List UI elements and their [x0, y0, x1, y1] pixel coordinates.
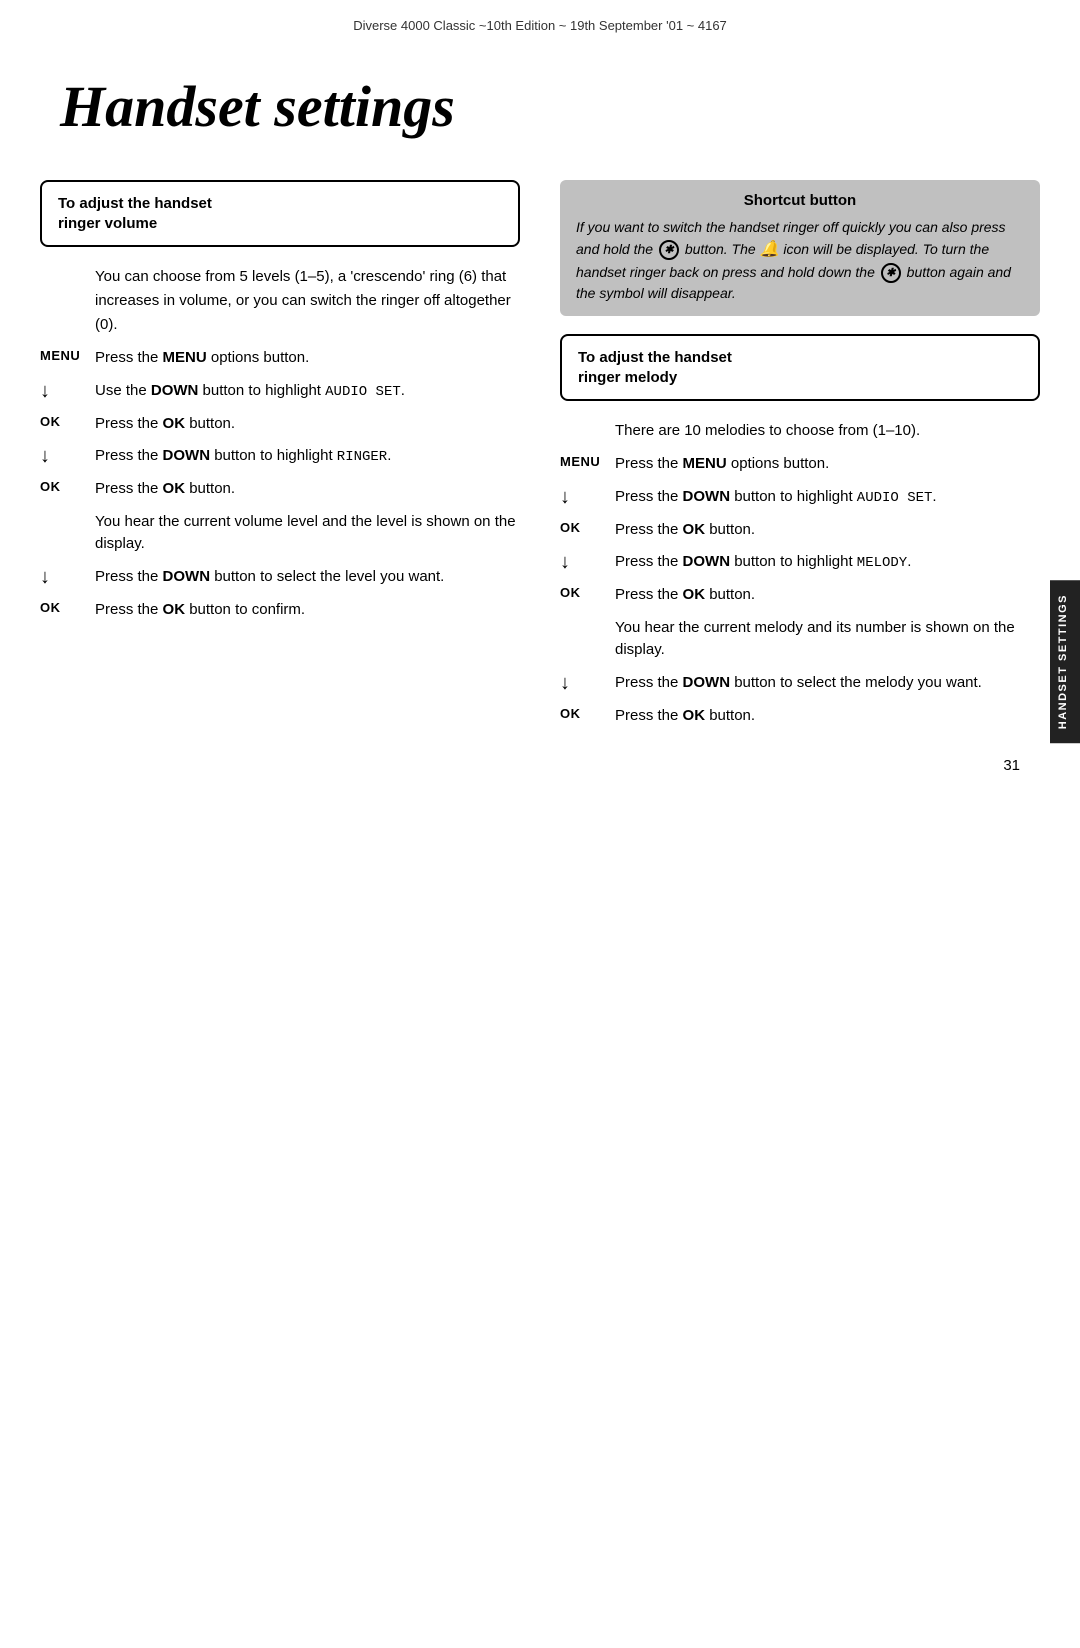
ringer-volume-box: To adjust the handset ringer volume [40, 180, 520, 247]
step-label-ok-r2: OK [560, 584, 615, 600]
step-text-menu: Press the MENU options button. [95, 347, 520, 370]
page-title: Handset settings [0, 43, 1080, 180]
step-down-melody: ↓ Press the DOWN button to highlight MEL… [560, 551, 1040, 574]
step-menu: MENU Press the MENU options button. [40, 347, 520, 370]
step-label-ok-r3: OK [560, 705, 615, 721]
step-text-down-select: Press the DOWN button to select the leve… [95, 566, 520, 589]
ringer-volume-steps: MENU Press the MENU options button. ↓ Us… [40, 347, 520, 501]
step-ok-r2: OK Press the OK button. [560, 584, 1040, 607]
step-label-ok-r1: OK [560, 519, 615, 535]
shortcut-box-title: Shortcut button [576, 192, 1024, 209]
step-text-ok-r2: Press the OK button. [615, 584, 1040, 607]
step-ok-r1: OK Press the OK button. [560, 519, 1040, 542]
ringer-melody-box: To adjust the handset ringer melody [560, 334, 1040, 401]
page-header: Diverse 4000 Classic ~10th Edition ~ 19t… [0, 0, 1080, 43]
ringer-melody-steps2: ↓ Press the DOWN button to select the me… [560, 672, 1040, 728]
step-label-menu-r: MENU [560, 453, 615, 469]
bell-icon: 🔔 [760, 238, 780, 262]
step-label-arrow2: ↓ [40, 445, 95, 468]
step-down-audio: ↓ Use the DOWN button to highlight AUDIO… [40, 380, 520, 403]
step-text-down-audio-r: Press the DOWN button to highlight AUDIO… [615, 486, 1040, 509]
step-text-down-melody: Press the DOWN button to highlight MELOD… [615, 551, 1040, 574]
step-ok1: OK Press the OK button. [40, 413, 520, 436]
step-down-melody2: ↓ Press the DOWN button to select the me… [560, 672, 1040, 695]
header-text: Diverse 4000 Classic ~10th Edition ~ 19t… [353, 18, 727, 33]
step-down-ringer: ↓ Press the DOWN button to highlight RIN… [40, 445, 520, 468]
step-ok-r3: OK Press the OK button. [560, 705, 1040, 728]
step-label-arrow-r1: ↓ [560, 486, 615, 509]
step-down-audio-r: ↓ Press the DOWN button to highlight AUD… [560, 486, 1040, 509]
step-label-menu: MENU [40, 347, 95, 363]
step-text-ok1: Press the OK button. [95, 413, 520, 436]
shortcut-box: Shortcut button If you want to switch th… [560, 180, 1040, 316]
step-down-select: ↓ Press the DOWN button to select the le… [40, 566, 520, 589]
right-column: Shortcut button If you want to switch th… [540, 180, 1040, 737]
step-text-ok3: Press the OK button to confirm. [95, 599, 520, 622]
ringer-volume-title: To adjust the handset ringer volume [58, 194, 502, 233]
step-label-arrow-r2: ↓ [560, 551, 615, 574]
step-text-menu-r: Press the MENU options button. [615, 453, 1040, 476]
main-content: To adjust the handset ringer volume You … [0, 180, 1080, 737]
step-text-down-ringer: Press the DOWN button to highlight RINGE… [95, 445, 520, 468]
step-ok3: OK Press the OK button to confirm. [40, 599, 520, 622]
step-text-down-audio: Use the DOWN button to highlight AUDIO S… [95, 380, 520, 403]
step-label-ok1: OK [40, 413, 95, 429]
step-label-arrow-r3: ↓ [560, 672, 615, 695]
left-column: To adjust the handset ringer volume You … [40, 180, 540, 631]
step-ok2: OK Press the OK button. [40, 478, 520, 501]
step-text-ok-r3: Press the OK button. [615, 705, 1040, 728]
step-menu-r: MENU Press the MENU options button. [560, 453, 1040, 476]
step-label-ok2: OK [40, 478, 95, 494]
step-text-ok2: Press the OK button. [95, 478, 520, 501]
ringer-melody-title: To adjust the handset ringer melody [578, 348, 1022, 387]
shortcut-box-body: If you want to switch the handset ringer… [576, 217, 1024, 304]
ringer-volume-steps2: ↓ Press the DOWN button to select the le… [40, 566, 520, 622]
ringer-melody-intro: There are 10 melodies to choose from (1–… [560, 419, 1040, 443]
ringer-volume-intro: You can choose from 5 levels (1–5), a 'c… [40, 265, 520, 337]
ringer-melody-steps: MENU Press the MENU options button. ↓ Pr… [560, 453, 1040, 607]
step-label-arrow1: ↓ [40, 380, 95, 403]
step-label-ok3: OK [40, 599, 95, 615]
page-number: 31 [0, 737, 1080, 774]
star-button-icon: ✱ [659, 240, 679, 260]
sidebar-tab: HANDSET SETTINGS [1050, 580, 1080, 743]
step-text-down-melody2: Press the DOWN button to select the melo… [615, 672, 1040, 695]
step-text-ok-r1: Press the OK button. [615, 519, 1040, 542]
step-label-arrow3: ↓ [40, 566, 95, 589]
star-button-icon2: ✱ [881, 263, 901, 283]
ringer-volume-note: You hear the current volume level and th… [40, 511, 520, 556]
ringer-melody-note: You hear the current melody and its numb… [560, 617, 1040, 662]
